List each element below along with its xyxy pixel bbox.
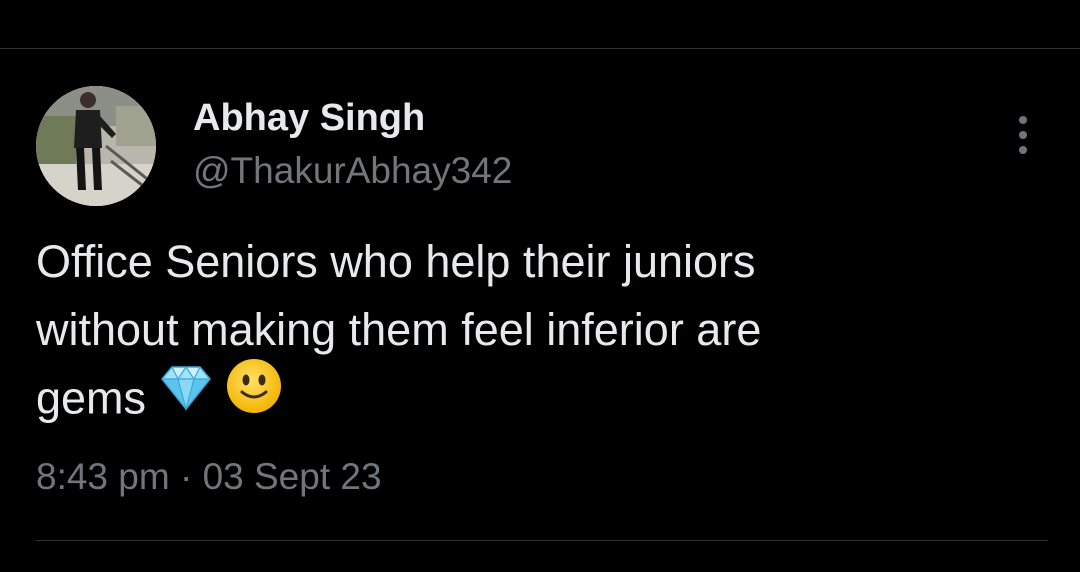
gem-stone-emoji bbox=[160, 362, 212, 430]
author-display-name[interactable]: Abhay Singh bbox=[193, 96, 425, 140]
tweet-text-line: gems bbox=[36, 372, 147, 424]
more-vertical-icon bbox=[1019, 116, 1027, 124]
slightly-smiling-face-emoji bbox=[226, 358, 282, 433]
bottom-divider bbox=[36, 540, 1048, 541]
author-handle[interactable]: @ThakurAbhay342 bbox=[193, 149, 512, 193]
profile-photo-avatar bbox=[36, 86, 156, 206]
top-divider bbox=[0, 48, 1080, 49]
tweet-text-line-last: gems bbox=[36, 359, 1046, 432]
tweet-timestamp[interactable]: 8:43 pm · 03 Sept 23 bbox=[36, 454, 382, 500]
more-vertical-icon-dot-3 bbox=[1019, 146, 1027, 154]
tweet-text-line: Office Seniors who help their juniors bbox=[36, 236, 756, 287]
more-options-button[interactable] bbox=[1005, 112, 1041, 158]
tweet-text-line: without making them feel inferior are bbox=[36, 304, 762, 355]
tweet-text: Office Seniors who help their juniors wi… bbox=[36, 228, 1046, 432]
avatar[interactable] bbox=[36, 86, 156, 206]
more-vertical-icon-dot-2 bbox=[1019, 131, 1027, 139]
